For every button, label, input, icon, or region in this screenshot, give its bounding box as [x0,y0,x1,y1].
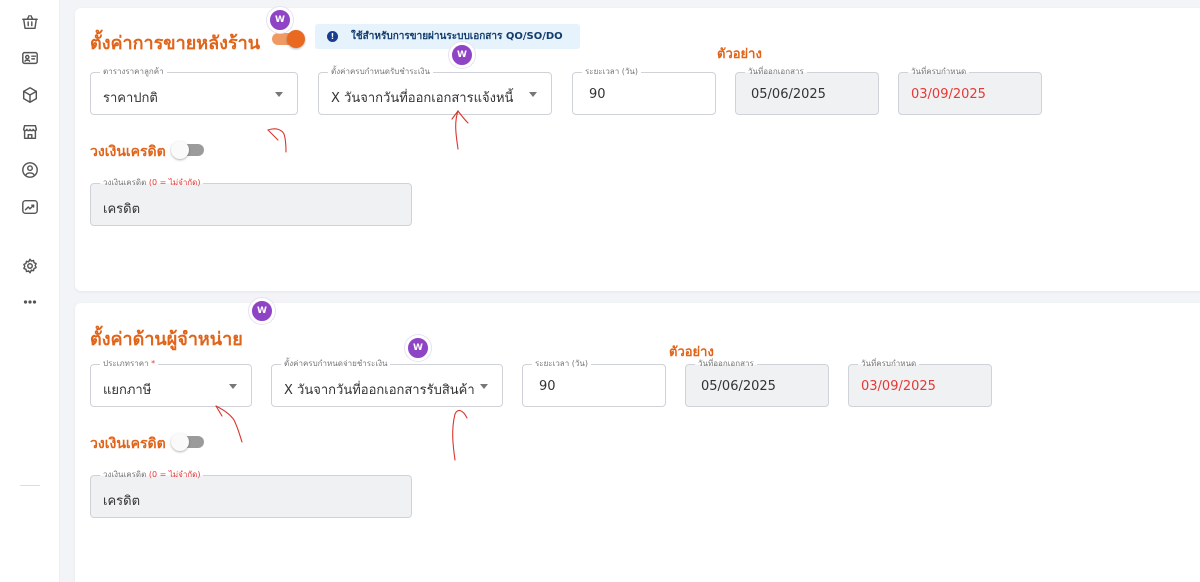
field-value: เครดิต [103,202,141,217]
avatar[interactable]: W [249,298,275,324]
field-label: ตั้งค่าครบกำหนดรับชำระเงิน [328,66,433,78]
credit-limit-field[interactable]: วงเงินเครดิต (0 = ไม่จำกัด) เครดิต [90,469,412,518]
box-icon[interactable] [20,85,40,105]
field-value: 90 [539,379,556,394]
field-hint: (0 = ไม่จำกัด) [148,470,201,479]
price-type-select[interactable]: ประเภทราคา * แยกภาษี [90,358,252,407]
chevron-down-icon [275,92,283,97]
trend-chart-icon[interactable] [20,197,40,217]
id-card-icon[interactable] [20,48,40,68]
store-icon[interactable] [20,122,40,142]
info-banner: ! ใช้สำหรับการขายผ่านระบบเอกสาร QO/SO/DO [315,24,580,49]
user-circle-icon[interactable] [20,160,40,180]
sidebar [0,0,60,582]
field-label: ระยะเวลา (วัน) [582,66,641,78]
field-value: ราคาปกติ [103,91,158,106]
field-value: 03/09/2025 [861,379,936,394]
due-date-field: วันที่ครบกำหนด 03/09/2025 [848,358,992,407]
sidebar-divider [20,485,40,486]
chevron-down-icon [229,384,237,389]
sales-settings-toggle[interactable] [272,30,305,48]
example-label: ตัวอย่าง [717,47,762,62]
avatar[interactable]: W [449,42,475,68]
more-icon[interactable] [20,292,40,312]
field-label: วันที่ครบกำหนด [858,358,920,370]
duration-input[interactable]: ระยะเวลา (วัน) 90 [572,66,716,115]
field-hint: (0 = ไม่จำกัด) [148,178,201,187]
info-icon: ! [327,31,338,42]
required-mark: * [151,359,156,368]
payment-due-select[interactable]: ตั้งค่าครบกำหนดรับชำระเงิน X วันจากวันที… [318,66,552,115]
avatar[interactable]: W [267,7,293,33]
field-value: 05/06/2025 [751,87,826,102]
payment-due-select[interactable]: ตั้งค่าครบกำหนดจ่ายชำระเงิน X วันจากวันท… [271,358,503,407]
field-label: วันที่ออกเอกสาร [745,66,807,78]
field-label: วงเงินเครดิต [103,178,147,187]
due-date-field: วันที่ครบกำหนด 03/09/2025 [898,66,1042,115]
annotation-arrow [452,409,468,461]
field-label: วันที่ออกเอกสาร [695,358,757,370]
supplier-settings-title: ตั้งค่าด้านผู้จำหน่าย [90,329,243,350]
field-value: 90 [589,87,606,102]
duration-input[interactable]: ระยะเวลา (วัน) 90 [522,358,666,407]
credit-limit-toggle[interactable] [171,433,204,451]
field-label: วงเงินเครดิต [103,470,147,479]
credit-limit-title: วงเงินเครดิต [90,144,166,160]
annotation-arrow [451,109,469,150]
field-label: ตั้งค่าครบกำหนดจ่ายชำระเงิน [281,358,391,370]
field-value: X วันจากวันที่ออกเอกสารแจ้งหนี้ [331,91,514,106]
field-label: ตารางราคาลูกค้า [100,66,167,78]
credit-limit-field[interactable]: วงเงินเครดิต (0 = ไม่จำกัด) เครดิต [90,177,412,226]
field-label: ระยะเวลา (วัน) [532,358,591,370]
issue-date-field: วันที่ออกเอกสาร 05/06/2025 [735,66,879,115]
field-label: วันที่ครบกำหนด [908,66,970,78]
field-value: 03/09/2025 [911,87,986,102]
field-value: แยกภาษี [103,383,152,398]
issue-date-field: วันที่ออกเอกสาร 05/06/2025 [685,358,829,407]
field-value: เครดิต [103,494,141,509]
basket-icon[interactable] [20,12,40,32]
avatar[interactable]: W [405,335,431,361]
field-value: X วันจากวันที่ออกเอกสารรับสินค้า [284,383,475,398]
field-label: ประเภทราคา [103,359,149,368]
annotation-arrow [267,128,287,153]
sales-settings-title: ตั้งค่าการขายหลังร้าน [90,33,261,54]
chevron-down-icon [480,384,488,389]
credit-limit-title: วงเงินเครดิต [90,436,166,452]
annotation-arrow [215,405,243,443]
credit-limit-toggle[interactable] [171,141,204,159]
field-value: 05/06/2025 [701,379,776,394]
chevron-down-icon [529,92,537,97]
price-table-select[interactable]: ตารางราคาลูกค้า ราคาปกติ [90,66,298,115]
settings-icon[interactable] [20,256,40,276]
